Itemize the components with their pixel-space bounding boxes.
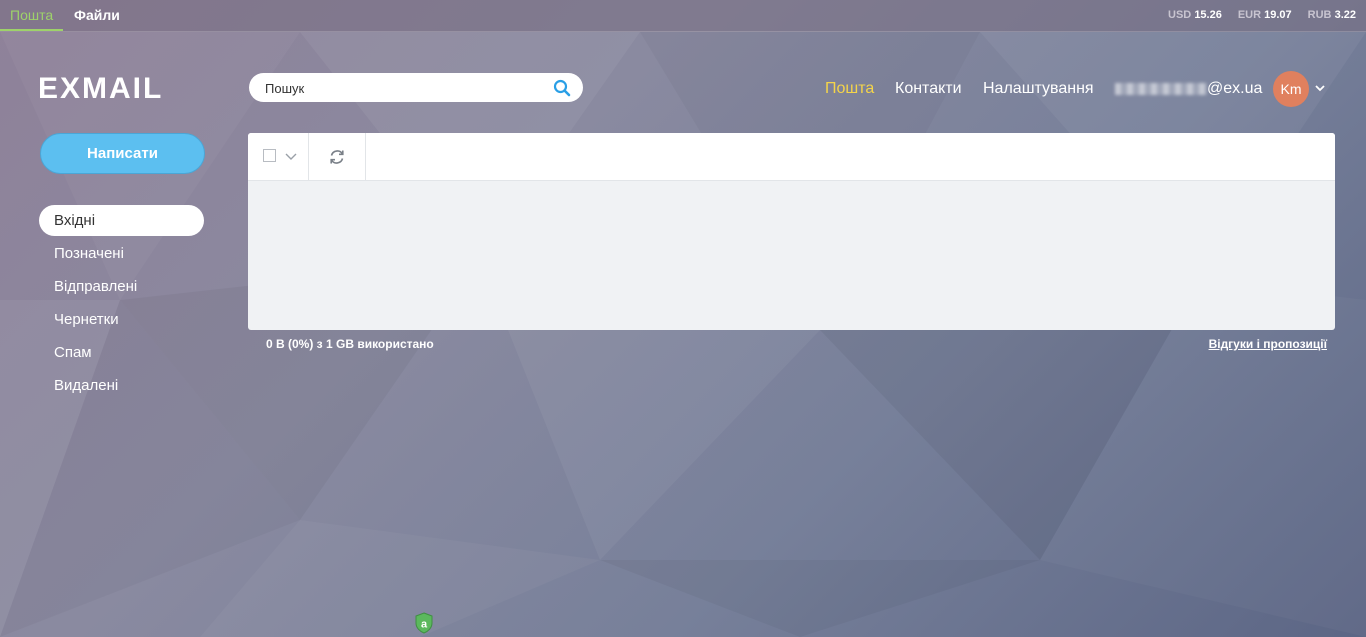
shield-icon[interactable]: a <box>414 612 434 634</box>
redacted-username <box>1115 82 1207 95</box>
rate-usd: USD 15.26 <box>1168 9 1222 21</box>
folder-drafts[interactable]: Чернетки <box>39 304 204 335</box>
nav-settings[interactable]: Налаштування <box>983 78 1094 100</box>
rate-rub: RUB 3.22 <box>1307 9 1356 21</box>
search-input[interactable] <box>263 73 547 104</box>
select-all-checkbox[interactable] <box>263 149 276 162</box>
top-bar: Пошта Файли USD 15.26 EUR 19.07 RUB 3.22 <box>0 0 1366 32</box>
search-icon[interactable] <box>553 79 571 97</box>
chevron-down-icon[interactable] <box>285 151 297 161</box>
folder-inbox[interactable]: Вхідні <box>39 205 204 236</box>
message-panel <box>248 133 1335 330</box>
folder-list: Вхідні Позначені Відправлені Чернетки Сп… <box>39 205 204 403</box>
tab-files[interactable]: Файли <box>64 0 130 31</box>
storage-usage: 0 B (0%) з 1 GB використано <box>266 337 434 351</box>
feedback-link[interactable]: Відгуки і пропозиції <box>1209 337 1327 351</box>
avatar[interactable]: Km <box>1273 71 1309 107</box>
nav-mail[interactable]: Пошта <box>825 78 874 100</box>
currency-rates: USD 15.26 EUR 19.07 RUB 3.22 <box>1168 0 1356 31</box>
message-toolbar <box>248 133 1335 181</box>
select-all-dropdown[interactable] <box>248 133 309 180</box>
refresh-icon <box>330 150 344 164</box>
rate-eur: EUR 19.07 <box>1237 9 1292 21</box>
user-email[interactable]: @ex.ua <box>1115 78 1262 100</box>
logo[interactable]: EXMAIL <box>38 72 163 106</box>
refresh-button[interactable] <box>309 133 366 180</box>
folder-starred[interactable]: Позначені <box>39 238 204 269</box>
folder-spam[interactable]: Спам <box>39 337 204 368</box>
chevron-down-icon[interactable] <box>1314 82 1326 94</box>
search-box <box>249 73 583 104</box>
nav-contacts[interactable]: Контакти <box>895 78 962 100</box>
svg-text:a: a <box>421 619 428 631</box>
folder-trash[interactable]: Видалені <box>39 370 204 401</box>
tab-mail[interactable]: Пошта <box>0 0 64 31</box>
compose-button[interactable]: Написати <box>40 133 205 174</box>
folder-sent[interactable]: Відправлені <box>39 271 204 302</box>
